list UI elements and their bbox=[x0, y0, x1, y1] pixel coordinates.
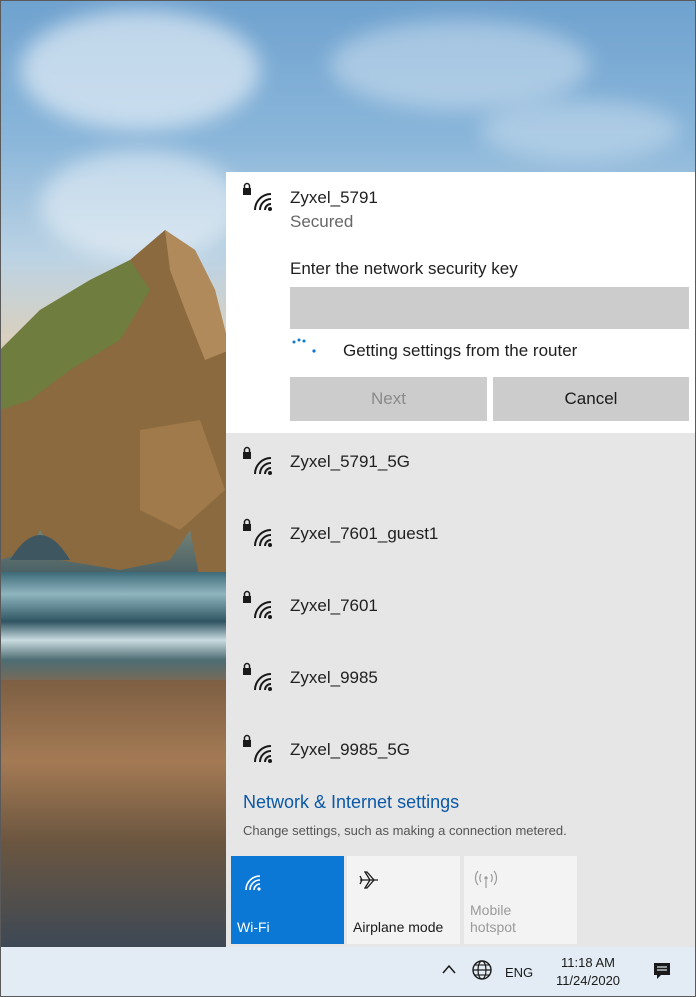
network-name: Zyxel_9985_5G bbox=[290, 740, 411, 759]
progress-spinner-icon bbox=[292, 338, 316, 353]
network-name: Zyxel_5791 bbox=[290, 188, 378, 207]
wifi-secured-icon bbox=[243, 182, 272, 211]
hotspot-icon bbox=[474, 870, 498, 888]
chevron-up-icon[interactable] bbox=[440, 961, 458, 979]
taskbar: ENG 11:18 AM 11/24/2020 bbox=[0, 947, 696, 997]
clock-time: 11:18 AM bbox=[561, 955, 615, 970]
hotspot-label-line2: hotspot bbox=[470, 919, 516, 935]
wifi-secured-icon bbox=[243, 446, 272, 475]
clock-date: 11/24/2020 bbox=[555, 973, 621, 988]
network-list-item[interactable]: Zyxel_9985 bbox=[226, 649, 696, 721]
wifi-icon bbox=[245, 875, 261, 891]
network-name: Zyxel_5791_5G bbox=[290, 452, 411, 471]
cancel-button[interactable]: Cancel bbox=[493, 377, 689, 421]
wifi-secured-icon bbox=[243, 662, 272, 691]
network-list-item[interactable]: Zyxel_7601 bbox=[226, 577, 696, 649]
airplane-icon bbox=[359, 871, 378, 889]
wifi-secured-icon bbox=[243, 518, 272, 547]
next-button[interactable]: Next bbox=[290, 377, 487, 421]
network-settings-description: Change settings, such as making a connec… bbox=[243, 823, 567, 838]
wifi-secured-icon bbox=[243, 590, 272, 619]
wifi-tile-label: Wi-Fi bbox=[237, 919, 270, 935]
network-list-item[interactable]: Zyxel_7601_guest1 bbox=[226, 505, 696, 577]
airplane-mode-tile[interactable]: Airplane mode bbox=[347, 856, 460, 944]
network-settings-link[interactable]: Network & Internet settings bbox=[243, 792, 459, 813]
network-list-item[interactable]: Zyxel_5791_5G bbox=[226, 433, 696, 505]
hotspot-tile-label: Mobile hotspot bbox=[470, 902, 516, 936]
network-name: Zyxel_9985 bbox=[290, 668, 378, 687]
wifi-toggle-tile[interactable]: Wi-Fi bbox=[231, 856, 344, 944]
notification-icon[interactable] bbox=[652, 961, 672, 981]
language-indicator[interactable]: ENG bbox=[505, 965, 533, 980]
security-key-input[interactable] bbox=[290, 287, 689, 329]
network-name: Zyxel_7601 bbox=[290, 596, 378, 615]
network-status: Secured bbox=[290, 212, 354, 231]
clock[interactable]: 11:18 AM 11/24/2020 bbox=[548, 954, 628, 990]
network-flyout: Zyxel_5791 Secured Enter the network sec… bbox=[226, 172, 696, 947]
connecting-network-panel: Zyxel_5791 Secured Enter the network sec… bbox=[226, 172, 696, 433]
network-list-item[interactable]: Zyxel_9985_5G bbox=[226, 721, 696, 793]
mobile-hotspot-tile[interactable]: Mobile hotspot bbox=[464, 856, 577, 944]
hotspot-label-line1: Mobile bbox=[470, 902, 512, 918]
globe-icon[interactable] bbox=[470, 958, 494, 982]
airplane-tile-label: Airplane mode bbox=[353, 919, 444, 935]
progress-text: Getting settings from the router bbox=[343, 341, 578, 360]
wifi-secured-icon bbox=[243, 734, 272, 763]
security-key-label: Enter the network security key bbox=[290, 259, 518, 278]
network-name: Zyxel_7601_guest1 bbox=[290, 524, 439, 543]
